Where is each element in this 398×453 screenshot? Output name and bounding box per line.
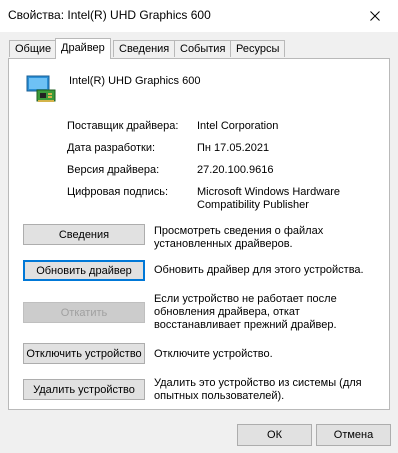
window-title: Свойства: Intel(R) UHD Graphics 600 xyxy=(8,8,211,22)
tab-strip: Общие Драйвер Сведения События Ресурсы xyxy=(0,38,398,59)
tab-general[interactable]: Общие xyxy=(9,40,58,57)
digital-signer-value: Microsoft Windows Hardware Compatibility… xyxy=(197,186,341,211)
driver-details-description: Просмотреть сведения о файлах установлен… xyxy=(154,225,324,250)
driver-version-label: Версия драйвера: xyxy=(67,164,160,176)
update-driver-button[interactable]: Обновить драйвер xyxy=(23,260,145,281)
roll-back-driver-button[interactable]: Откатить xyxy=(23,302,145,323)
close-button[interactable] xyxy=(352,0,398,32)
tab-resources[interactable]: Ресурсы xyxy=(230,40,286,57)
device-name: Intel(R) UHD Graphics 600 xyxy=(69,75,201,87)
driver-provider-label: Поставщик драйвера: xyxy=(67,120,179,132)
tab-events[interactable]: События xyxy=(174,40,232,57)
title-bar: Свойства: Intel(R) UHD Graphics 600 xyxy=(0,0,398,32)
roll-back-driver-description: Если устройство не работает после обновл… xyxy=(154,293,337,331)
driver-version-value: 27.20.100.9616 xyxy=(197,164,274,176)
cancel-button[interactable]: Отмена xyxy=(316,424,391,446)
ok-button[interactable]: ОК xyxy=(237,424,312,446)
update-driver-description: Обновить драйвер для этого устройства. xyxy=(154,264,364,276)
driver-panel: Intel(R) UHD Graphics 600 Поставщик драй… xyxy=(8,58,390,410)
driver-details-button[interactable]: Сведения xyxy=(23,224,145,245)
disable-device-button[interactable]: Отключить устройство xyxy=(23,343,145,364)
uninstall-device-button[interactable]: Удалить устройство xyxy=(23,379,145,400)
tab-driver[interactable]: Драйвер xyxy=(55,38,111,59)
driver-date-label: Дата разработки: xyxy=(67,142,156,154)
uninstall-device-description: Удалить это устройство из системы (для о… xyxy=(154,377,362,402)
tab-details[interactable]: Сведения xyxy=(113,40,176,57)
driver-provider-value: Intel Corporation xyxy=(197,120,279,132)
disable-device-description: Отключите устройство. xyxy=(154,348,273,360)
display-adapter-icon xyxy=(26,75,56,102)
driver-date-value: Пн 17.05.2021 xyxy=(197,142,270,154)
close-icon xyxy=(370,11,380,21)
digital-signer-label: Цифровая подпись: xyxy=(67,186,169,198)
